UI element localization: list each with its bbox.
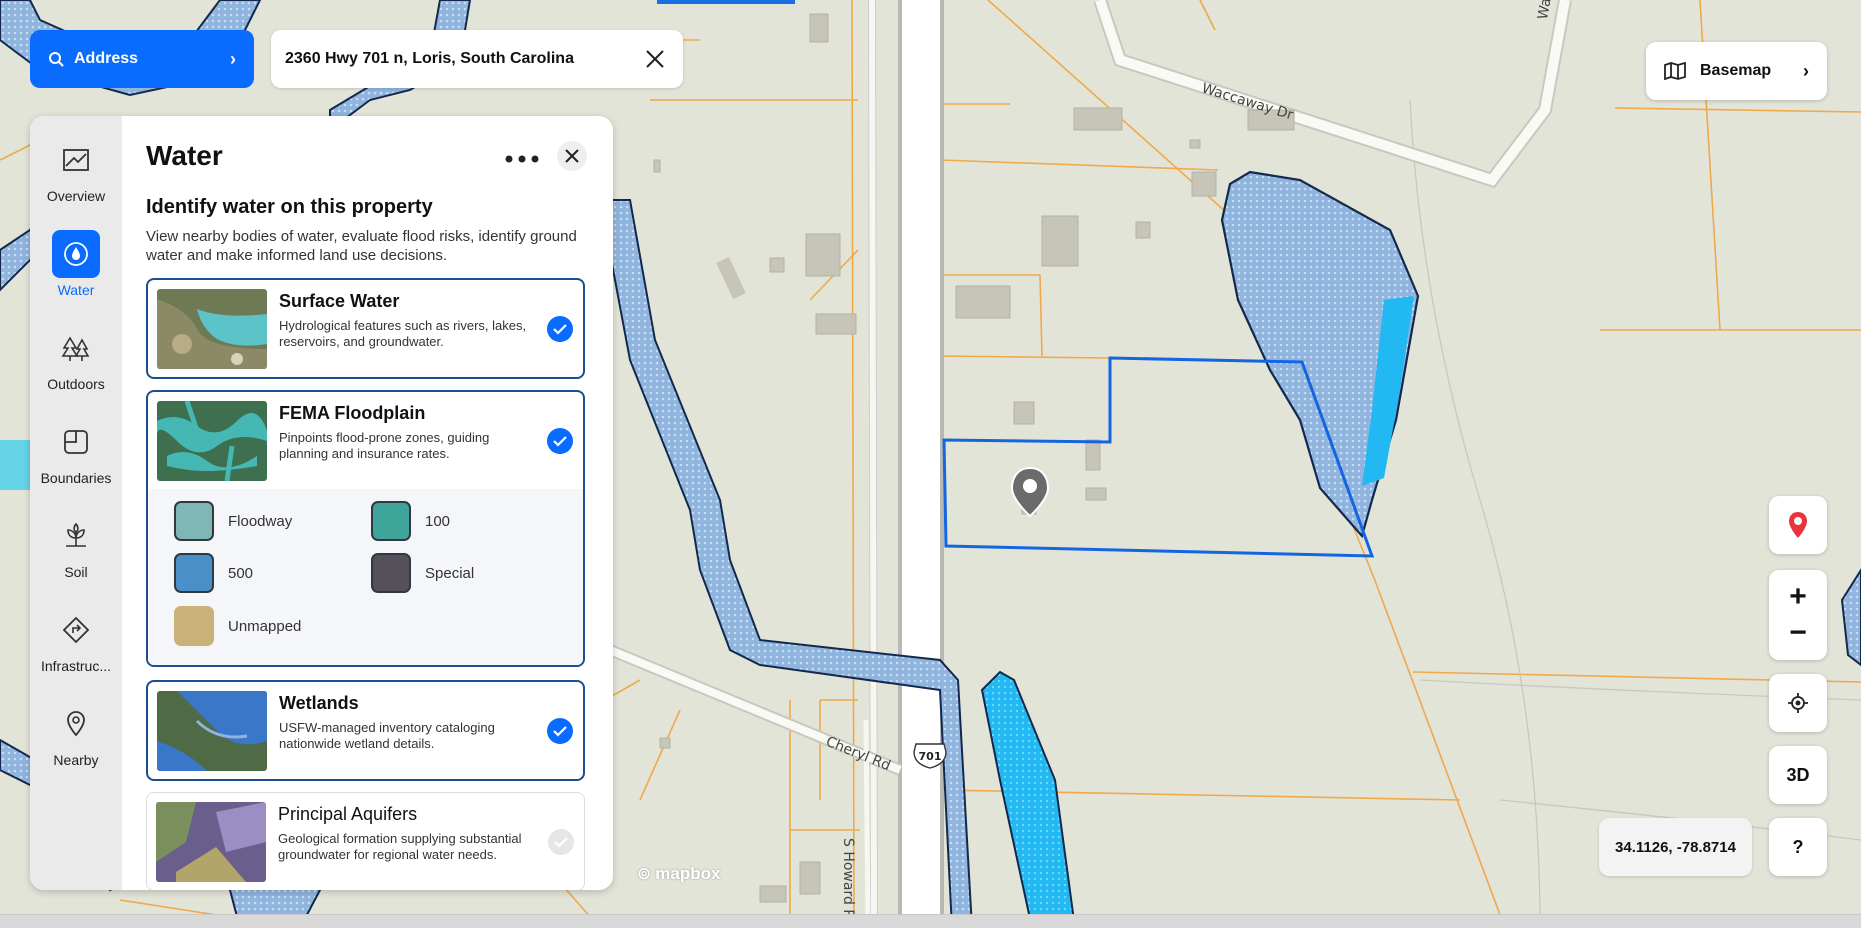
layer-name: Principal Aquifers <box>278 804 418 824</box>
svg-text:701: 701 <box>919 750 942 763</box>
sidebar-item-boundaries[interactable]: Boundaries <box>30 408 122 492</box>
surface-water-thumbnail <box>157 289 267 369</box>
sidebar-item-infrastructure[interactable]: Infrastruc... <box>30 596 122 680</box>
layer-description: Pinpoints flood-prone zones, guiding pla… <box>279 430 490 461</box>
check-icon <box>554 837 568 848</box>
address-search-input[interactable]: 2360 Hwy 701 n, Loris, South Carolina <box>271 30 683 88</box>
legend-item-500: 500 <box>174 553 253 593</box>
close-panel-button[interactable] <box>557 141 587 171</box>
legend-swatch <box>174 553 214 593</box>
section-description: View nearby bodies of water, evaluate fl… <box>146 228 577 264</box>
coordinates-readout: 34.1126, -78.8714 <box>1599 818 1752 876</box>
locate-me-button[interactable] <box>1769 674 1827 732</box>
zoom-in-button[interactable]: + <box>1789 582 1807 612</box>
address-mode-label: Address <box>74 50 139 67</box>
loading-progress-bar <box>657 0 795 4</box>
mapbox-logo-icon: ⊚ <box>637 864 652 883</box>
layer-description: Geological formation supplying substanti… <box>278 831 522 862</box>
basemap-label: Basemap <box>1700 62 1772 79</box>
check-icon <box>553 324 567 335</box>
address-value[interactable]: 2360 Hwy 701 n, Loris, South Carolina <box>285 50 574 68</box>
layer-toggle-checkbox[interactable] <box>547 718 573 744</box>
layer-card-fema-floodplain[interactable]: FEMA Floodplain Pinpoints flood-prone zo… <box>146 390 585 667</box>
zoom-out-button[interactable]: − <box>1789 618 1807 648</box>
wetlands-thumbnail <box>157 691 267 771</box>
layer-name: FEMA Floodplain <box>279 403 426 423</box>
layer-name: Surface Water <box>279 291 400 311</box>
layer-toggle-checkbox[interactable] <box>547 428 573 454</box>
water-drop-icon <box>52 230 100 278</box>
layer-name: Wetlands <box>279 693 359 713</box>
fema-floodplain-thumbnail <box>157 401 267 481</box>
road-label-howard: S Howard R <box>840 838 856 920</box>
check-icon <box>553 436 567 447</box>
road-sign-icon <box>52 606 100 654</box>
layer-toggle-checkbox[interactable] <box>547 316 573 342</box>
section-title: Identify water on this property <box>146 196 433 218</box>
drop-pin-button[interactable] <box>1769 496 1827 554</box>
layers-panel: Overview Water Outdoors Boundaries Soil <box>30 116 613 890</box>
map-icon <box>1664 62 1686 80</box>
crosshair-icon <box>1788 693 1808 713</box>
sidebar-item-water[interactable]: Water <box>30 220 122 304</box>
layer-description: USFW-managed inventory cataloging nation… <box>279 720 495 751</box>
sidebar-item-outdoors[interactable]: Outdoors <box>30 314 122 398</box>
basemap-button[interactable]: Basemap › <box>1646 42 1827 100</box>
map-icon <box>52 136 100 184</box>
legend-swatch <box>174 501 214 541</box>
location-pin-icon <box>1789 512 1807 538</box>
floodplain-legend: Floodway 100 500 Special Unmapped <box>148 489 583 665</box>
search-icon <box>49 52 64 67</box>
address-mode-button[interactable]: Address › <box>30 30 254 88</box>
chevron-right-icon: › <box>1803 60 1809 81</box>
mapbox-attribution[interactable]: ⊚ mapbox <box>637 864 720 884</box>
zoom-controls: + − <box>1769 570 1827 660</box>
window-bottom-strip <box>0 914 1861 928</box>
legend-item-unmapped: Unmapped <box>174 606 301 646</box>
check-icon <box>553 726 567 737</box>
legend-item-floodway: Floodway <box>174 501 292 541</box>
panel-content: Water Identify water on this property Vi… <box>122 116 613 890</box>
more-options-button[interactable] <box>505 143 539 169</box>
boundaries-icon <box>52 418 100 466</box>
layer-card-surface-water[interactable]: Surface Water Hydrological features such… <box>146 278 585 379</box>
layer-toggle-checkbox[interactable] <box>548 829 574 855</box>
layer-card-wetlands[interactable]: Wetlands USFW-managed inventory catalogi… <box>146 680 585 781</box>
layer-description: Hydrological features such as rivers, la… <box>279 318 527 349</box>
clear-address-button[interactable] <box>641 45 669 73</box>
legend-swatch <box>371 501 411 541</box>
help-button[interactable]: ? <box>1769 818 1827 876</box>
legend-item-special: Special <box>371 553 474 593</box>
legend-swatch <box>174 606 214 646</box>
sidebar-item-soil[interactable]: Soil <box>30 502 122 586</box>
close-icon <box>565 149 579 163</box>
sidebar-item-overview[interactable]: Overview <box>30 126 122 210</box>
legend-swatch <box>371 553 411 593</box>
chevron-right-icon: › <box>230 48 236 69</box>
legend-item-100: 100 <box>371 501 450 541</box>
principal-aquifers-thumbnail <box>156 802 266 882</box>
location-pin-icon <box>52 700 100 748</box>
more-icon <box>505 155 539 163</box>
layer-card-principal-aquifers[interactable]: Principal Aquifers Geological formation … <box>146 792 585 890</box>
trees-icon <box>52 324 100 372</box>
sidebar-item-nearby[interactable]: Nearby <box>30 690 122 774</box>
panel-title: Water <box>146 140 223 171</box>
close-icon <box>646 50 664 68</box>
category-sidebar: Overview Water Outdoors Boundaries Soil <box>30 116 122 890</box>
3d-view-button[interactable]: 3D <box>1769 746 1827 804</box>
plant-icon <box>52 512 100 560</box>
